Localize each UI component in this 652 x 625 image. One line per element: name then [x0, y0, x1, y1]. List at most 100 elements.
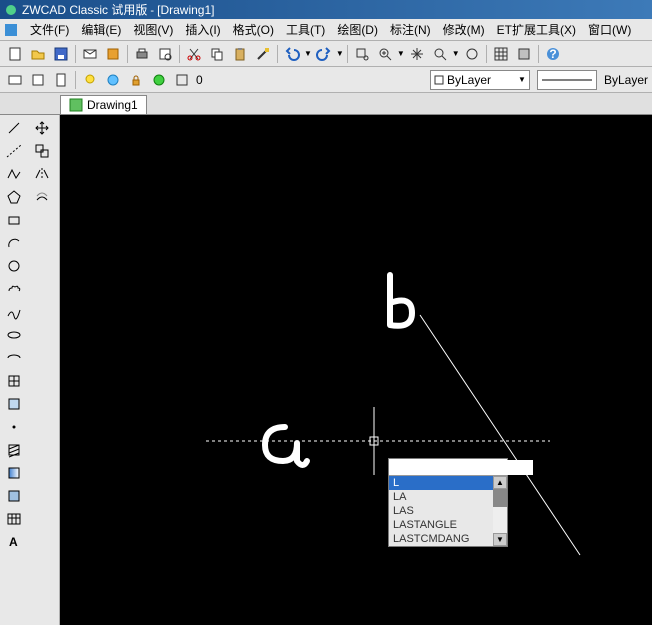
page-setup-icon[interactable]: [50, 69, 72, 91]
make-block-icon[interactable]: [3, 393, 25, 415]
offset-tool-icon[interactable]: [31, 186, 53, 208]
lineweight-sample[interactable]: [537, 70, 597, 90]
svg-text:?: ?: [549, 47, 556, 61]
region-tool-icon[interactable]: [3, 485, 25, 507]
redo-dropdown-icon[interactable]: ▼: [336, 49, 344, 58]
drawing-doc-icon: [69, 98, 83, 112]
svg-text:A: A: [9, 535, 18, 549]
command-autocomplete-popup: ▼ L LA LAS LASTANGLE LASTCMDANG ▲ ▼: [388, 458, 508, 547]
zoom-window-icon[interactable]: [351, 43, 373, 65]
command-input[interactable]: [389, 460, 533, 475]
ellipse-arc-icon[interactable]: [3, 347, 25, 369]
redo-icon[interactable]: [313, 43, 335, 65]
autocomplete-item[interactable]: LASTANGLE: [389, 518, 507, 532]
separator: [486, 45, 487, 63]
document-tab[interactable]: Drawing1: [60, 95, 147, 114]
scroll-up-icon[interactable]: ▲: [493, 476, 507, 489]
rectangle-tool-icon[interactable]: [3, 209, 25, 231]
insert-block-icon[interactable]: [3, 370, 25, 392]
chevron-down-icon[interactable]: ▼: [533, 463, 545, 472]
table-tool-icon[interactable]: [3, 508, 25, 530]
paste-icon[interactable]: [229, 43, 251, 65]
left-tool-dock: A: [0, 115, 60, 625]
pan-icon[interactable]: [406, 43, 428, 65]
menu-edit[interactable]: 编辑(E): [75, 19, 127, 40]
menu-draw[interactable]: 绘图(D): [331, 19, 384, 40]
workspace: A ▼: [0, 115, 652, 625]
print-setup-icon[interactable]: [27, 69, 49, 91]
menu-file[interactable]: 文件(F): [24, 19, 75, 40]
grid-icon[interactable]: [490, 43, 512, 65]
menu-tools[interactable]: 工具(T): [280, 19, 331, 40]
line-tool-icon[interactable]: [3, 117, 25, 139]
copy-icon[interactable]: [206, 43, 228, 65]
zoom-dropdown-icon[interactable]: ▼: [397, 49, 405, 58]
scrollbar[interactable]: ▲ ▼: [493, 476, 507, 546]
color-swatch-icon[interactable]: [148, 69, 170, 91]
undo-dropdown-icon[interactable]: ▼: [304, 49, 312, 58]
drawing-canvas[interactable]: ▼ L LA LAS LASTANGLE LASTCMDANG ▲ ▼: [60, 115, 652, 625]
lock-icon[interactable]: [125, 69, 147, 91]
toolbar-layers: 0 ByLayer ▼ ByLayer: [0, 67, 652, 93]
app-icon: [4, 3, 18, 17]
open-file-icon[interactable]: [27, 43, 49, 65]
bulb-on-icon[interactable]: [79, 69, 101, 91]
move-tool-icon[interactable]: [31, 117, 53, 139]
polygon-tool-icon[interactable]: [3, 186, 25, 208]
menu-annotate[interactable]: 标注(N): [384, 19, 437, 40]
layer-combo[interactable]: ByLayer ▼: [430, 70, 530, 90]
zoom-prev-dropdown-icon[interactable]: ▼: [452, 49, 460, 58]
print-icon[interactable]: [131, 43, 153, 65]
title-text: ZWCAD Classic 试用版 - [Drawing1]: [22, 1, 214, 18]
new-file-icon[interactable]: [4, 43, 26, 65]
menu-window[interactable]: 窗口(W): [582, 19, 637, 40]
revision-cloud-icon[interactable]: [3, 278, 25, 300]
linetype-label: ByLayer: [604, 73, 648, 87]
prop-icon[interactable]: [171, 69, 193, 91]
mirror-tool-icon[interactable]: [31, 163, 53, 185]
menu-app-icon[interactable]: [2, 21, 20, 39]
print-preview-icon[interactable]: [154, 43, 176, 65]
spin-value: 0: [196, 73, 203, 87]
scroll-thumb[interactable]: [493, 489, 507, 507]
mail-icon[interactable]: [79, 43, 101, 65]
menu-modify[interactable]: 修改(M): [437, 19, 491, 40]
layer-prev-icon[interactable]: [4, 69, 26, 91]
autocomplete-item[interactable]: L: [389, 476, 507, 490]
scroll-down-icon[interactable]: ▼: [493, 533, 507, 546]
menu-bar: 文件(F) 编辑(E) 视图(V) 插入(I) 格式(O) 工具(T) 绘图(D…: [0, 19, 652, 41]
zoom-realtime-icon[interactable]: [374, 43, 396, 65]
copy-tool-icon[interactable]: [31, 140, 53, 162]
chevron-down-icon[interactable]: ▼: [518, 75, 526, 84]
menu-view[interactable]: 视图(V): [127, 19, 179, 40]
autocomplete-item[interactable]: LAS: [389, 504, 507, 518]
text-tool-icon[interactable]: A: [3, 531, 25, 553]
undo-icon[interactable]: [281, 43, 303, 65]
menu-et[interactable]: ET扩展工具(X): [491, 19, 582, 40]
document-tab-label: Drawing1: [87, 98, 138, 112]
layer-combo-text: ByLayer: [447, 73, 491, 87]
hatch-tool-icon[interactable]: [3, 439, 25, 461]
construction-line-icon[interactable]: [3, 140, 25, 162]
output-icon[interactable]: [102, 43, 124, 65]
layer-states-icon[interactable]: [513, 43, 535, 65]
ellipse-tool-icon[interactable]: [3, 324, 25, 346]
freeze-icon[interactable]: [102, 69, 124, 91]
spline-tool-icon[interactable]: [3, 301, 25, 323]
menu-format[interactable]: 格式(O): [227, 19, 280, 40]
autocomplete-item[interactable]: LA: [389, 490, 507, 504]
arc-tool-icon[interactable]: [3, 232, 25, 254]
point-tool-icon[interactable]: [3, 416, 25, 438]
help-icon[interactable]: ?: [542, 43, 564, 65]
polyline-tool-icon[interactable]: [3, 163, 25, 185]
autocomplete-item[interactable]: LASTCMDANG: [389, 532, 507, 546]
separator: [277, 45, 278, 63]
match-props-icon[interactable]: [252, 43, 274, 65]
save-icon[interactable]: [50, 43, 72, 65]
menu-insert[interactable]: 插入(I): [179, 19, 226, 40]
zoom-prev-icon[interactable]: [429, 43, 451, 65]
wheel-icon[interactable]: [461, 43, 483, 65]
gradient-tool-icon[interactable]: [3, 462, 25, 484]
cut-icon[interactable]: [183, 43, 205, 65]
circle-tool-icon[interactable]: [3, 255, 25, 277]
